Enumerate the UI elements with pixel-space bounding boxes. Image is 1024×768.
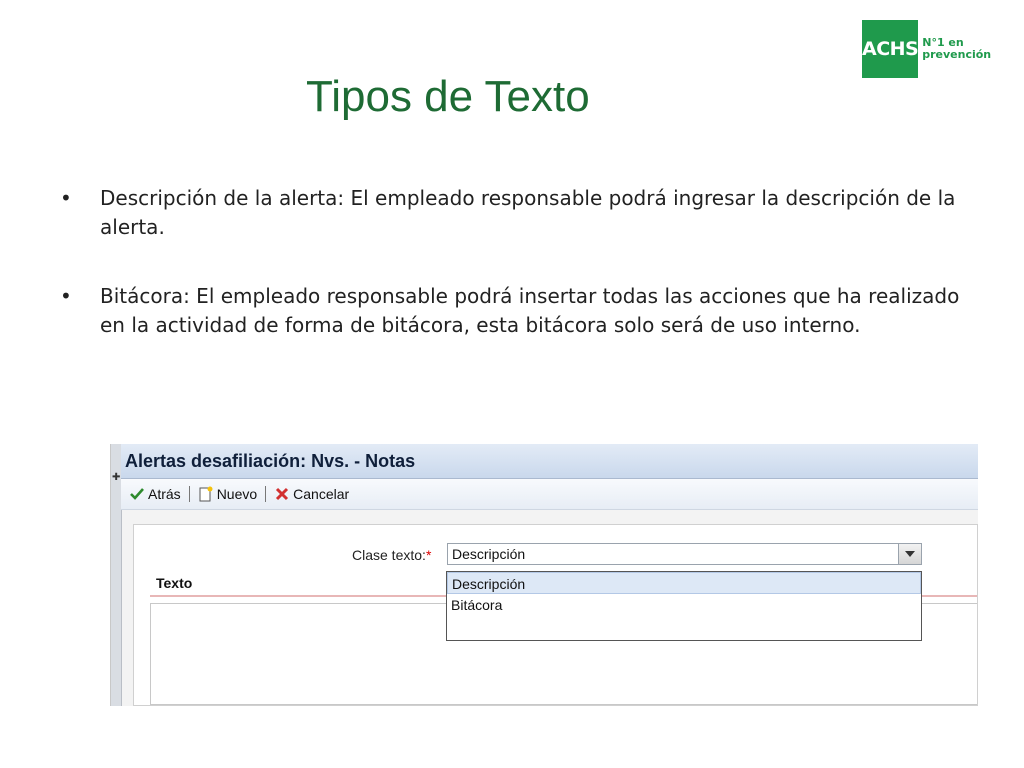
cancel-label: Cancelar [293,486,350,502]
toolbar-separator [188,486,190,502]
logo-tagline-line2: prevención [922,48,992,61]
dropdown-option-bitacora[interactable]: Bitácora [447,594,921,616]
expand-icon[interactable]: ✚ [112,472,120,483]
window-title: Alertas desafiliación: Nvs. - Notas [125,451,416,471]
clase-texto-label: Clase texto:* [352,547,431,563]
back-button[interactable]: Atrás [129,486,181,502]
new-label: Nuevo [216,486,258,502]
new-button[interactable]: Nuevo [198,486,257,502]
slide-title: Tipos de Texto [306,72,590,121]
clase-texto-dropdown: Descripción Bitácora [446,571,922,641]
check-icon [129,486,145,502]
chevron-down-icon[interactable] [898,544,921,564]
bullet-list: Descripción de la alerta: El empleado re… [60,184,960,380]
achs-logo: ACHS N°1 en prevención [862,20,991,78]
window-title-bar: Alertas desafiliación: Nvs. - Notas [121,444,978,479]
back-label: Atrás [148,486,181,502]
clase-texto-value: Descripción [452,546,526,562]
texto-label: Texto [156,575,193,591]
clase-texto-select[interactable]: Descripción [447,543,922,565]
cancel-button[interactable]: Cancelar [274,486,349,502]
new-document-icon [198,486,214,502]
dropdown-option-descripcion[interactable]: Descripción [447,572,921,594]
required-marker: * [425,547,432,563]
close-icon [274,486,290,502]
bullet-descripcion: Descripción de la alerta: El empleado re… [60,184,960,242]
bullet-bitacora: Bitácora: El empleado responsable podrá … [60,282,960,340]
toolbar: Atrás Nuevo Cancelar [121,479,978,510]
clase-texto-label-text: Clase texto: [352,547,426,563]
logo-tagline: N°1 en prevención [918,20,991,78]
toolbar-separator [265,486,267,502]
app-screenshot: ✚ Alertas desafiliación: Nvs. - Notas At… [110,444,978,706]
logo-mark: ACHS [862,20,919,78]
